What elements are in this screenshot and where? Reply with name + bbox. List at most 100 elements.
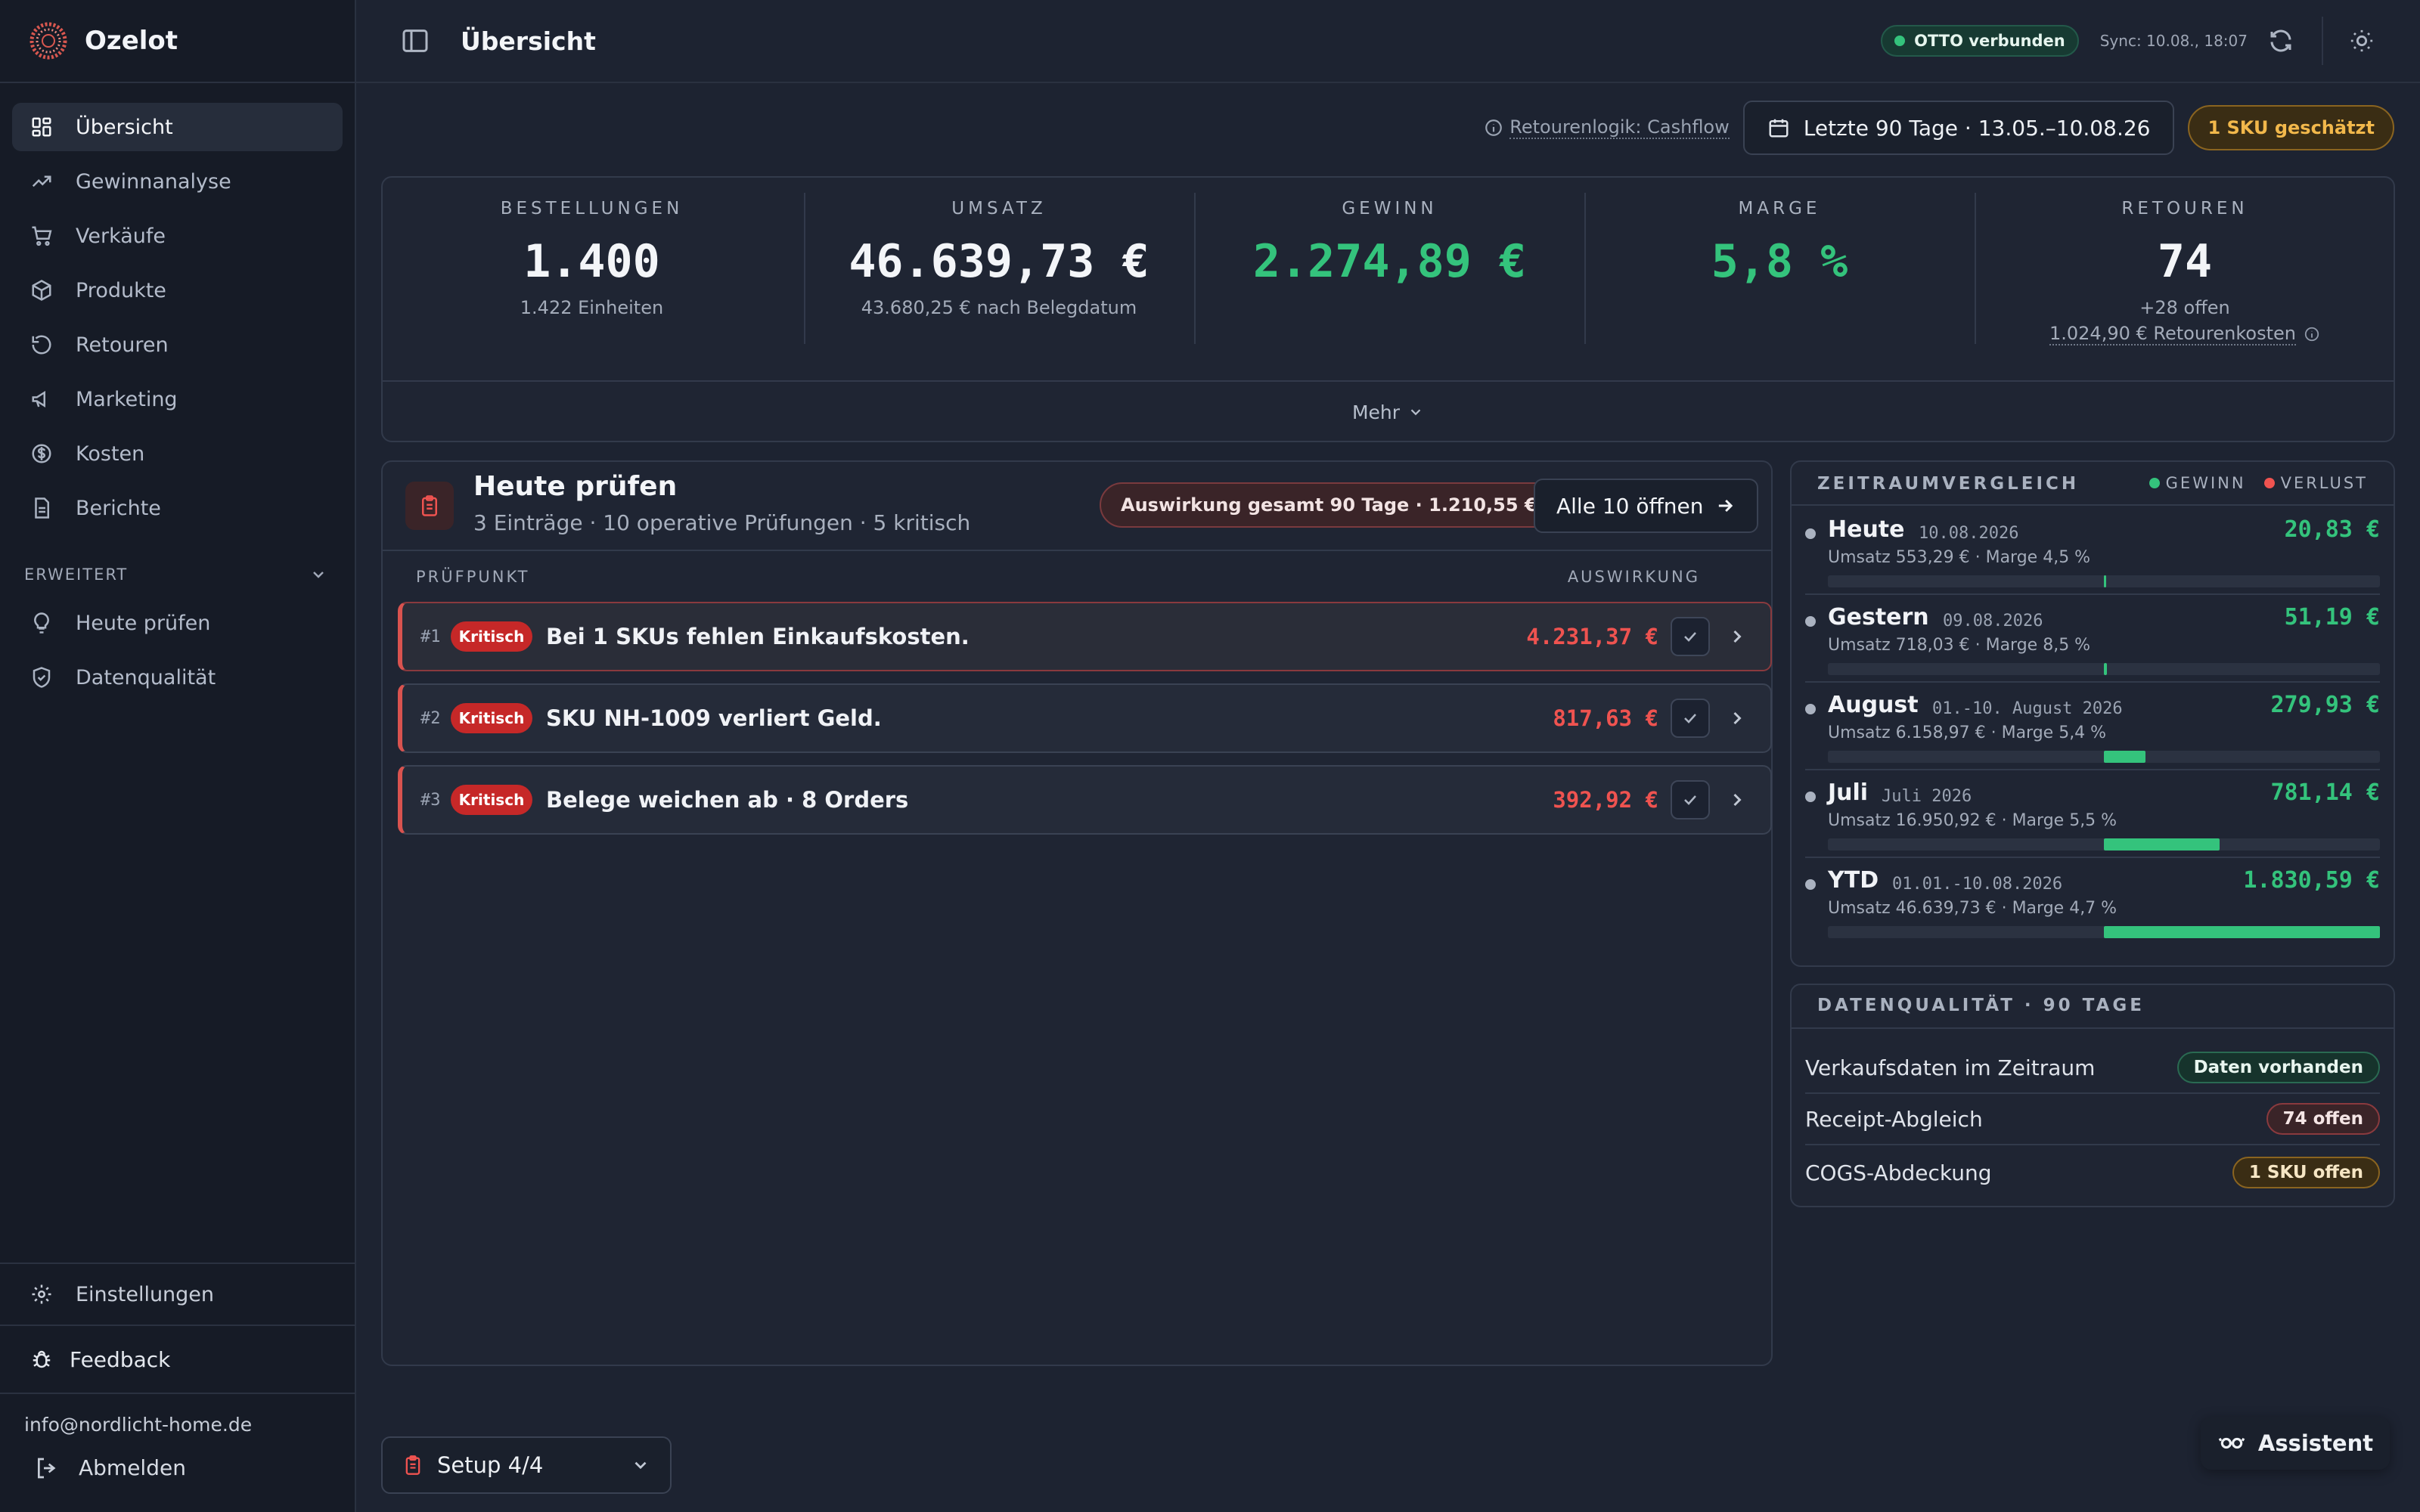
user-panel: info@nordlicht-home.de Abmelden [0,1393,355,1512]
issue-impact: 817,63 € [1553,705,1658,731]
more-toggle[interactable]: Mehr [383,382,2394,442]
nav-label: Produkte [76,278,166,302]
issue-row[interactable]: #2 Kritisch SKU NH-1009 verliert Geld. 8… [398,683,1772,753]
chevron-right-icon[interactable] [1727,626,1748,647]
divider [383,550,1771,551]
check-icon [1684,795,1696,805]
assistant-button[interactable]: Assistent [2201,1417,2390,1470]
quality-row[interactable]: Receipt-Abgleich 74 offen [1805,1094,2380,1145]
issue-text: Belege weichen ab · 8 Orders [546,787,909,813]
nav-label: Gewinnanalyse [76,169,231,194]
nav-item-datenqualitaet[interactable]: Datenqualität [12,653,343,702]
nav-item-einstellungen[interactable]: Einstellungen [0,1263,355,1325]
nav-item-heute-pruefen[interactable]: Heute prüfen [12,599,343,647]
issue-text: Bei 1 SKUs fehlen Einkaufskosten. [546,624,970,649]
chevron-down-icon [313,572,324,578]
kpi-value: 2.274,89 € [1252,235,1527,288]
divider [1792,1027,2394,1029]
kpi-sub: +28 offen [2139,297,2230,318]
logout-button[interactable]: Abmelden [24,1455,355,1480]
resolve-button[interactable] [1671,617,1710,656]
quality-label: COGS-Abdeckung [1805,1160,1992,1185]
ozelot-logo-icon [29,22,67,60]
sidebar-footer: Einstellungen Feedback info@nordlicht-ho… [0,1263,355,1512]
open-all-label: Alle 10 öffnen [1556,493,1704,519]
profit-bar-track [1828,926,2380,938]
theme-toggle-icon[interactable] [2349,28,2375,54]
nav-label: Heute prüfen [76,611,211,635]
card-subtitle: 3 Einträge · 10 operative Prüfungen · 5 … [473,510,971,535]
kpi-value: 5,8 % [1711,235,1848,288]
period-date: 09.08.2026 [1943,612,2043,631]
kpi-marge: MARGE 5,8 % [1586,178,1973,380]
nav-item-marketing[interactable]: Marketing [12,375,343,423]
cart-icon [32,226,52,246]
nav-item-gewinnanalyse[interactable]: Gewinnanalyse [12,157,343,206]
severity-tag: Kritisch [451,621,532,652]
refresh-icon[interactable] [2267,27,2294,54]
comparison-row[interactable]: Heute 10.08.2026 20,83 € Umsatz 553,29 € · … [1805,510,2380,595]
comparison-list: Heute 10.08.2026 20,83 € Umsatz 553,29 € · … [1792,506,2394,965]
return-logic-info[interactable]: Retourenlogik: Cashflow [1484,116,1730,139]
megaphone-icon [32,390,45,408]
period-label: YTD [1828,867,1879,894]
nav-label: Kosten [76,442,145,466]
chevron-right-icon[interactable] [1727,708,1748,729]
nav-label: Berichte [76,496,161,520]
return-logic-label: Retourenlogik: Cashflow [1509,116,1730,139]
profit-bar-fill [2104,575,2106,587]
setup-dropdown[interactable]: Setup 4/4 [381,1436,672,1494]
open-all-button[interactable]: Alle 10 öffnen [1534,479,1758,533]
comparison-row[interactable]: YTD 01.01.-10.08.2026 1.830,59 € Umsatz 46.… [1805,861,2380,946]
section-toggle-erweitert[interactable]: ERWEITERT [0,538,355,593]
feedback-button[interactable]: Feedback [0,1325,355,1393]
comparison-row[interactable]: Gestern 09.08.2026 51,19 € Umsatz 718,03 € … [1805,598,2380,683]
logout-icon [38,1458,56,1478]
card-title: DATENQUALITÄT · 90 TAGE [1817,996,2145,1015]
legend-gain-label: GEWINN [2165,474,2246,492]
check-icon [1684,714,1696,723]
bug-icon [33,1350,51,1368]
estimate-badge[interactable]: 1 SKU geschätzt [2188,105,2394,150]
data-quality-card: DATENQUALITÄT · 90 TAGE Verkaufsdaten im… [1790,984,2395,1207]
nav-item-uebersicht[interactable]: Übersicht [12,103,343,151]
nav-item-berichte[interactable]: Berichte [12,484,343,532]
clipboard-badge [405,482,454,530]
resolve-button[interactable] [1671,780,1710,820]
return-costs[interactable]: 1.024,90 € Retourenkosten [1976,323,2394,345]
issue-row[interactable]: #1 Kritisch Bei 1 SKUs fehlen Einkaufsko… [398,602,1772,671]
clipboard-icon [405,1455,420,1475]
nav-item-produkte[interactable]: Produkte [12,266,343,314]
severity-tag: Kritisch [451,785,532,815]
resolve-button[interactable] [1671,699,1710,738]
period-profit: 1.830,59 € [2243,867,2380,894]
topbar: Übersicht OTTO verbunden Sync: 10.08., 1… [356,0,2420,83]
trend-up-icon [32,175,51,187]
quality-row[interactable]: COGS-Abdeckung 1 SKU offen [1805,1147,2380,1198]
profit-bar-fill [2104,838,2220,850]
dashboard-icon [32,117,51,137]
status-dot [1894,36,1906,46]
chevron-right-icon[interactable] [1727,789,1748,810]
nav-item-kosten[interactable]: Kosten [12,429,343,478]
sidebar-toggle-icon[interactable] [400,26,430,56]
shield-check-icon [33,667,51,688]
status-badge: 74 offen [2266,1103,2380,1135]
comparison-row[interactable]: August 01.-10. August 2026 279,93 € Umsatz … [1805,686,2380,770]
nav-item-verkaeufe[interactable]: Verkäufe [12,212,343,260]
sidebar: Ozelot Übersicht Gewinnanalyse Verkäufe … [0,0,356,1512]
clipboard-icon [422,495,437,516]
quality-row[interactable]: Verkaufsdaten im Zeitraum Daten vorhande… [1805,1043,2380,1094]
page-title: Übersicht [461,26,596,56]
brand[interactable]: Ozelot [0,0,355,83]
issue-row[interactable]: #3 Kritisch Belege weichen ab · 8 Orders… [398,765,1772,835]
section-label: ERWEITERT [24,565,129,584]
comparison-row[interactable]: Juli Juli 2026 781,14 € Umsatz 16.950,92 € … [1805,773,2380,858]
date-range-button[interactable]: Letzte 90 Tage · 13.05.–10.08.26 [1742,101,2175,155]
chevron-down-icon [634,1461,647,1470]
settings-label: Einstellungen [76,1282,215,1306]
kpi-value: 1.400 [523,235,660,288]
lightbulb-icon [34,612,49,634]
nav-item-retouren[interactable]: Retouren [12,321,343,369]
kpi-umsatz: UMSATZ 46.639,73 € 43.680,25 € nach Bele… [805,178,1193,380]
